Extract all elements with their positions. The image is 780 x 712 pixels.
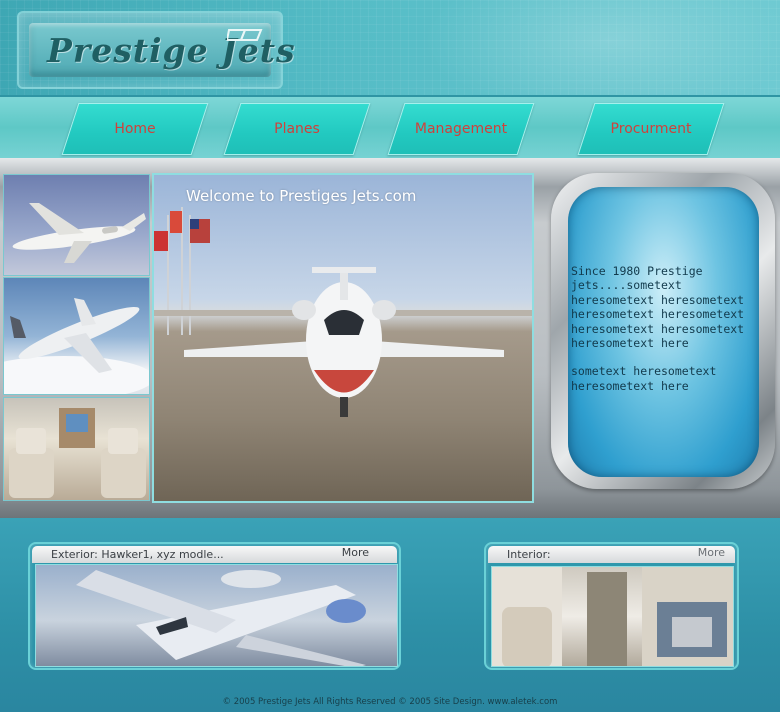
- exterior-card-header: Exterior: Hawker1, xyz modle... More: [32, 546, 397, 563]
- thumb-jet-clouds[interactable]: [3, 277, 150, 395]
- nav-home-label: Home: [114, 121, 156, 137]
- thumb-jet-flying[interactable]: [3, 174, 150, 276]
- intro-text: Since 1980 Prestige jets....sometext her…: [571, 264, 757, 407]
- nav-procurment-label: Procurment: [610, 121, 692, 137]
- logo-plate: Prestige Jets: [29, 23, 295, 77]
- intro-paragraph-2: sometext heresometext heresometext here: [571, 364, 717, 393]
- interior-card: Interior: More: [484, 542, 739, 670]
- exterior-card: Exterior: Hawker1, xyz modle... More: [28, 542, 401, 670]
- interior-card-header: Interior: More: [488, 546, 735, 563]
- thumb-cabin-interior[interactable]: [3, 397, 150, 501]
- nav-management-label: Management: [414, 121, 508, 137]
- logo[interactable]: Prestige Jets: [17, 11, 295, 89]
- hero-photo: Welcome to Prestiges Jets.com: [152, 173, 534, 503]
- exterior-more-link[interactable]: More: [342, 546, 369, 559]
- airplane-window: Since 1980 Prestige jets....sometext her…: [568, 187, 759, 477]
- welcome-heading: Welcome to Prestiges Jets.com: [186, 187, 417, 205]
- interior-card-title: Interior:: [507, 548, 551, 561]
- exterior-photo[interactable]: [35, 564, 398, 667]
- header-glow: [420, 0, 780, 97]
- nav-planes[interactable]: Planes: [223, 103, 371, 155]
- nav-planes-label: Planes: [274, 121, 320, 137]
- jet-illustration: [4, 298, 149, 394]
- footer-copyright: © 2005 Prestige Jets All Rights Reserved…: [222, 697, 558, 707]
- main-nav: Home Planes Management Procurment: [0, 95, 780, 158]
- cabin-interior-illustration: [492, 567, 733, 666]
- interior-photo[interactable]: [491, 566, 734, 667]
- exterior-card-title: Exterior: Hawker1, xyz modle...: [51, 548, 224, 561]
- interior-more-link[interactable]: More: [698, 546, 725, 559]
- header: Prestige Jets: [0, 0, 780, 97]
- nav-home[interactable]: Home: [61, 103, 209, 155]
- jet-on-tarmac-illustration: [154, 207, 532, 417]
- jet-illustration: [12, 203, 146, 263]
- cabin-illustration: [9, 408, 146, 498]
- jet-exterior-illustration: [76, 570, 366, 666]
- logo-emblem-icon: [227, 29, 263, 41]
- intro-paragraph-1: Since 1980 Prestige jets....sometext her…: [571, 264, 745, 351]
- nav-management[interactable]: Management: [387, 103, 535, 155]
- nav-procurment[interactable]: Procurment: [577, 103, 725, 155]
